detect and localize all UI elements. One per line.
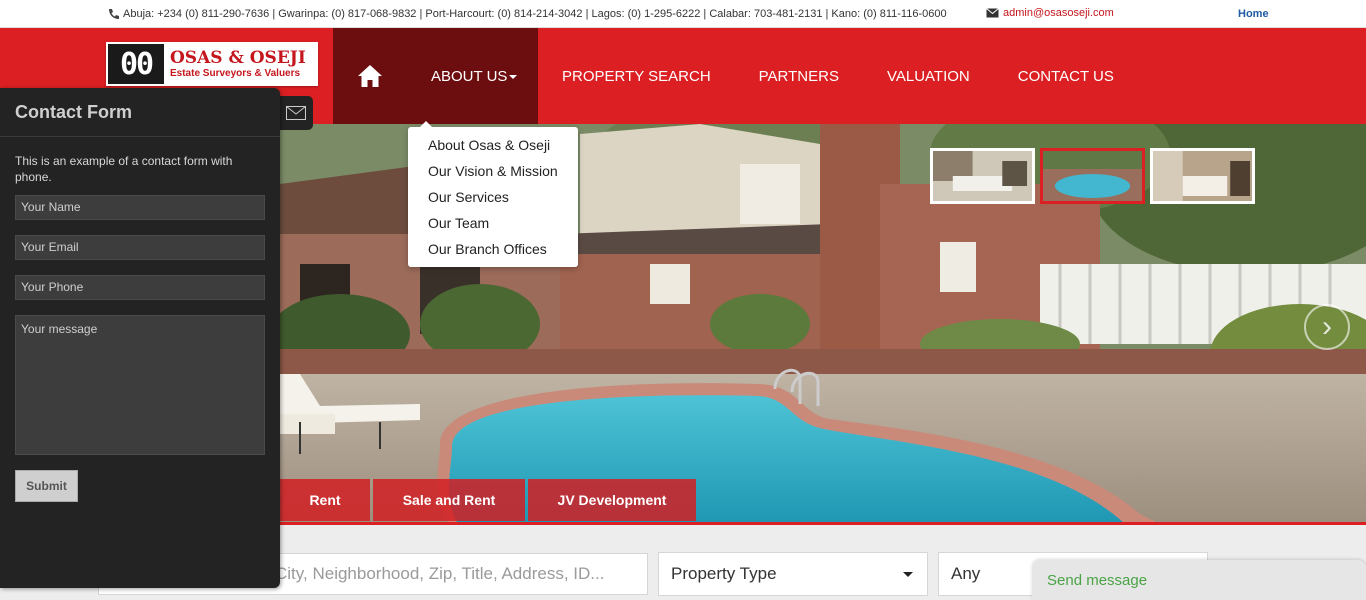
contact-form-panel: Contact Form This is an example of a con… <box>0 88 280 588</box>
main-nav: ABOUT US PROPERTY SEARCH PARTNERS VALUAT… <box>333 28 1138 124</box>
nav-valuation[interactable]: VALUATION <box>863 28 994 124</box>
home-link[interactable]: Home <box>1238 8 1269 20</box>
nav-home[interactable] <box>333 28 407 124</box>
dropdown-item-branch-offices[interactable]: Our Branch Offices <box>408 239 578 265</box>
nav-about-us[interactable]: ABOUT US <box>407 28 538 124</box>
contact-form-title: Contact Form <box>15 102 132 122</box>
logo-mark: 00 <box>108 44 164 84</box>
name-field[interactable]: Your Name <box>15 195 265 220</box>
logo-name: OSAS & OSEJI <box>170 47 306 68</box>
contact-form-intro: This is an example of a contact form wit… <box>15 154 233 184</box>
dropdown-item-vision-mission[interactable]: Our Vision & Mission <box>408 161 578 187</box>
phone-numbers: Abuja: +234 (0) 811-290-7636 | Gwarinpa:… <box>107 8 947 20</box>
thumbnail-living-room[interactable] <box>930 148 1035 204</box>
envelope-icon <box>986 8 999 18</box>
thumbnail-bedroom[interactable] <box>1150 148 1255 204</box>
about-us-dropdown: About Osas & Oseji Our Vision & Mission … <box>408 121 578 267</box>
tab-rent[interactable]: Rent <box>280 479 370 521</box>
phone-icon <box>109 9 119 19</box>
tab-sale-and-rent[interactable]: Sale and Rent <box>373 479 525 521</box>
phone-list: Abuja: +234 (0) 811-290-7636 | Gwarinpa:… <box>123 8 947 20</box>
slider-next-arrow[interactable]: › <box>1304 304 1350 350</box>
message-field[interactable]: Your message <box>15 315 265 455</box>
nav-property-search[interactable]: PROPERTY SEARCH <box>538 28 735 124</box>
divider <box>0 136 280 137</box>
home-icon <box>358 65 382 87</box>
phone-field[interactable]: Your Phone <box>15 275 265 300</box>
nav-contact-us[interactable]: CONTACT US <box>994 28 1138 124</box>
contact-form-toggle[interactable] <box>278 96 313 130</box>
search-tabs: Rent Sale and Rent JV Development <box>280 479 696 521</box>
submit-button[interactable]: Submit <box>15 470 78 502</box>
tab-jv-development[interactable]: JV Development <box>528 479 696 521</box>
site-logo[interactable]: 00 OSAS & OSEJI Estate Surveyors & Value… <box>106 42 318 86</box>
logo-tagline: Estate Surveyors & Valuers <box>170 67 301 79</box>
top-contact-bar: Abuja: +234 (0) 811-290-7636 | Gwarinpa:… <box>0 0 1366 28</box>
dropdown-item-team[interactable]: Our Team <box>408 213 578 239</box>
email-field[interactable]: Your Email <box>15 235 265 260</box>
nav-partners[interactable]: PARTNERS <box>735 28 863 124</box>
slider-thumbnails <box>930 148 1255 204</box>
thumbnail-pool[interactable] <box>1040 148 1145 204</box>
chevron-down-icon <box>509 75 518 79</box>
email-link[interactable]: admin@osasoseji.com <box>1003 7 1114 19</box>
property-type-select[interactable]: Property Type <box>658 552 928 596</box>
dropdown-item-about[interactable]: About Osas & Oseji <box>408 135 578 161</box>
dropdown-item-services[interactable]: Our Services <box>408 187 578 213</box>
send-message-widget[interactable]: Send message <box>1032 560 1366 600</box>
email-contact: admin@osasoseji.com <box>986 7 1114 19</box>
caret-down-icon <box>903 572 913 577</box>
property-type-value: Property Type <box>671 564 777 583</box>
envelope-icon <box>285 106 306 120</box>
logo-text: OSAS & OSEJI Estate Surveyors & Valuers <box>166 47 306 79</box>
search-placeholder: City, Neighborhood, Zip, Title, Address,… <box>275 564 605 583</box>
nav-about-label: ABOUT US <box>431 67 508 85</box>
any-value: Any <box>951 564 981 583</box>
